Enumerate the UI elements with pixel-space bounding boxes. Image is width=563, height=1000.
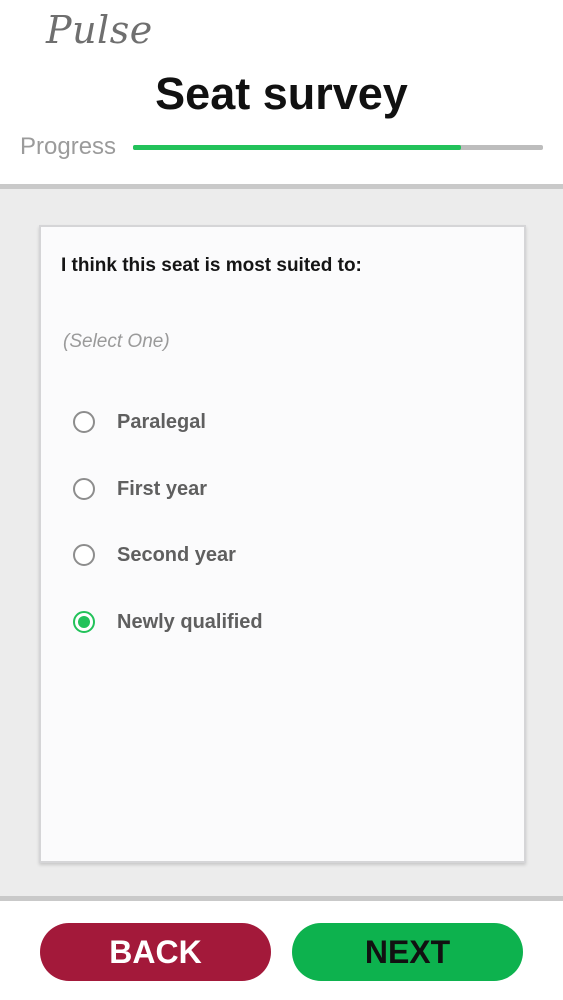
option-label: First year xyxy=(117,477,208,500)
survey-screen: Pulse Seat survey Progress I think this … xyxy=(0,0,563,1000)
next-button[interactable]: NEXT xyxy=(292,923,523,981)
back-button[interactable]: BACK xyxy=(40,923,271,981)
option-label: Second year xyxy=(117,543,236,566)
progress-bar xyxy=(133,145,543,150)
option-first-year[interactable]: First year xyxy=(73,473,207,505)
pulse-logo: Pulse xyxy=(46,8,153,52)
question-card: I think this seat is most suited to: (Se… xyxy=(39,225,526,863)
radio-dot xyxy=(78,616,90,628)
content-area: I think this seat is most suited to: (Se… xyxy=(0,189,563,896)
option-newly-qualified[interactable]: Newly qualified xyxy=(73,606,263,638)
radio-button[interactable] xyxy=(73,411,95,433)
option-paralegal[interactable]: Paralegal xyxy=(73,406,206,438)
progress-bar-fill xyxy=(133,145,461,150)
option-label: Newly qualified xyxy=(117,610,263,633)
radio-button[interactable] xyxy=(73,478,95,500)
question-text: I think this seat is most suited to: xyxy=(61,255,362,276)
footer: BACK NEXT xyxy=(0,901,563,1000)
option-second-year[interactable]: Second year xyxy=(73,539,236,571)
page-title: Seat survey xyxy=(155,68,408,119)
progress-label: Progress xyxy=(20,133,117,160)
radio-button[interactable] xyxy=(73,611,95,633)
header: Pulse Seat survey Progress xyxy=(0,0,563,184)
radio-button[interactable] xyxy=(73,544,95,566)
option-label: Paralegal xyxy=(117,410,206,433)
select-hint: (Select One) xyxy=(63,331,170,352)
